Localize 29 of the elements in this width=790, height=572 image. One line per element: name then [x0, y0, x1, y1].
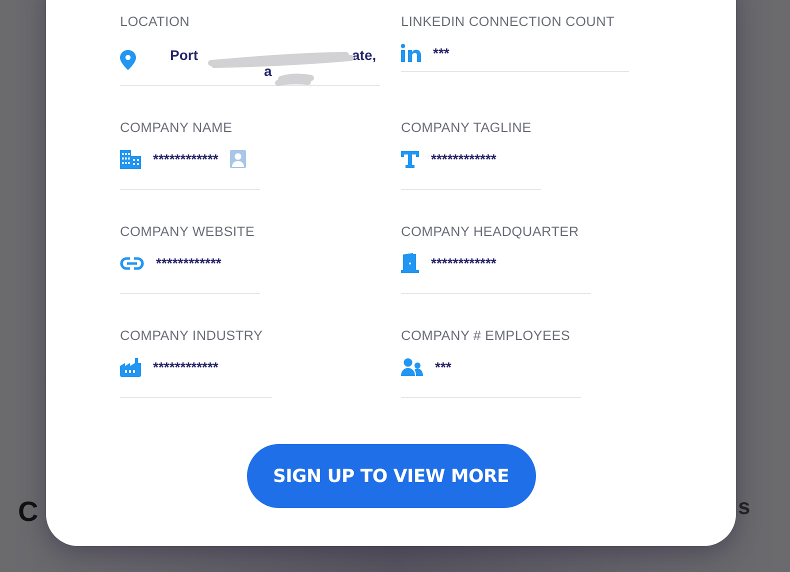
linkedin-icon [401, 44, 421, 62]
location-value: a [264, 63, 272, 79]
field-label: COMPANY HEADQUARTER [401, 224, 580, 239]
users-icon [401, 358, 423, 376]
field-label: LINKEDIN CONNECTION COUNT [401, 14, 616, 29]
field-label: LOCATION [120, 14, 191, 29]
field-label: COMPANY # EMPLOYEES [401, 328, 572, 343]
field-value: ************ [156, 255, 222, 271]
factory-icon [120, 357, 141, 377]
door-icon [401, 253, 419, 273]
heading-text: s [738, 494, 750, 520]
sign-up-button[interactable]: SIGN UP TO VIEW MORE [246, 444, 536, 508]
field-value: ************ [431, 151, 496, 167]
link-icon [120, 256, 144, 270]
field-label: COMPANY WEBSITE [120, 224, 256, 239]
location-value: Port [170, 47, 198, 63]
field-label: COMPANY NAME [120, 120, 234, 135]
field-value: ************ [431, 255, 496, 271]
field-value: *** [435, 359, 452, 375]
location-value: ate, [352, 47, 376, 63]
location-pin-icon [120, 50, 136, 70]
field-value: *** [433, 45, 450, 61]
heading-text: C [18, 496, 38, 528]
field-value: ************ [153, 151, 218, 167]
field-label: COMPANY INDUSTRY [120, 328, 264, 343]
field-value: ************ [153, 359, 218, 375]
field-label: COMPANY TAGLINE [401, 120, 532, 135]
letter-t-icon [401, 150, 419, 168]
building-icon [120, 150, 141, 168]
